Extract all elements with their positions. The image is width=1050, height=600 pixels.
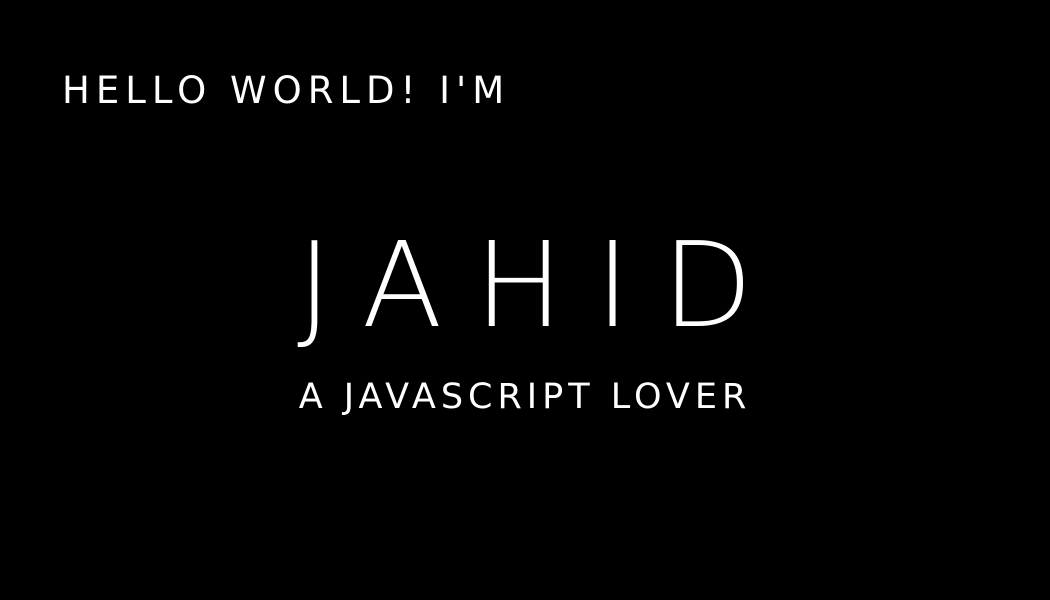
tagline-text: A JAVASCRIPT LOVER xyxy=(298,377,752,417)
greeting-text: HELLO WORLD! I'M xyxy=(62,69,511,112)
hero-content: JAHID A JAVASCRIPT LOVER xyxy=(0,226,1050,415)
name-heading: JAHID xyxy=(297,216,785,354)
